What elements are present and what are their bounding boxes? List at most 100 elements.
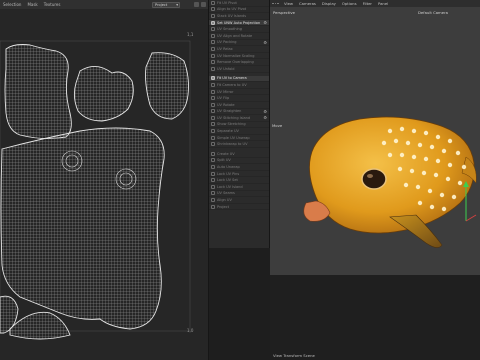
tool-item[interactable]: UV Packing ⚙ [209, 40, 269, 47]
tool-icon [211, 60, 215, 65]
tool-item[interactable]: Fit UV Pivot [209, 0, 269, 7]
tool-label: UV Relax [217, 46, 233, 51]
tool-item[interactable]: UV Straighten ⚙ [209, 109, 269, 116]
vp-menu-display[interactable]: Display [319, 1, 339, 6]
tool-icon [211, 178, 215, 183]
tool-item[interactable]: UV Mirror [209, 89, 269, 96]
tool-label: UV Stitching Island [217, 115, 251, 120]
tool-icon [211, 53, 215, 58]
gear-icon[interactable]: ⚙ [263, 40, 267, 45]
tool-item[interactable]: Show Stretching [209, 122, 269, 129]
uv-corner-bottom-right: 1,0 [187, 328, 194, 333]
fish-eye [361, 168, 387, 190]
tool-label: Stack UV Islands [217, 13, 247, 18]
uv-islands [0, 40, 191, 340]
tool-label: UV Flip [217, 96, 230, 101]
uv-island-upper-right [145, 52, 189, 120]
tool-item[interactable]: Fit Camera to UV [209, 82, 269, 89]
tool-icon [211, 142, 215, 147]
tool-label: Project [217, 204, 229, 209]
uv-menu-mask[interactable]: Mask [24, 2, 40, 7]
tool-icon [211, 102, 215, 107]
uv-tool-icon-2[interactable] [201, 2, 206, 7]
tool-label: UV Seams [217, 191, 235, 196]
vp-menu-cameras[interactable]: Cameras [296, 1, 319, 6]
tool-icon [211, 40, 215, 45]
uv-tool-icon[interactable] [194, 2, 199, 7]
tool-icon [211, 135, 215, 140]
uv-editor-canvas[interactable]: 1,1 1,0 [0, 9, 208, 360]
tool-item[interactable]: Lock UV Island [209, 184, 269, 191]
viewport-menubar: View Cameras Display Options Filter Pane… [270, 0, 480, 7]
gear-icon[interactable]: ⚙ [263, 20, 267, 25]
tool-item[interactable]: Align to UV Pivot [209, 7, 269, 14]
tool-icon [211, 122, 215, 127]
tool-label: Fit UV Pivot [217, 0, 237, 5]
uv-island-body [0, 127, 165, 330]
tool-label: Split UV [217, 158, 231, 163]
tool-icon [211, 20, 215, 25]
tool-item[interactable]: Remove Overlapping [209, 59, 269, 66]
vp-menu-view[interactable]: View [281, 1, 296, 6]
tool-item[interactable]: Lock UV Set [209, 177, 269, 185]
tool-item[interactable]: Split UV [209, 158, 269, 165]
viewport-handle-icon[interactable] [272, 2, 280, 6]
tool-label: Lock UV Island [217, 184, 243, 189]
tool-item[interactable]: UV Normalize Scaling [209, 53, 269, 60]
tool-label: Create UV [217, 151, 235, 156]
tool-icon [211, 33, 215, 38]
vp-menu-filter[interactable]: Filter [360, 1, 375, 6]
tool-label: Remove Overlapping [217, 60, 254, 65]
tool-item[interactable]: Project [209, 204, 269, 211]
uv-mode-select[interactable]: Project [152, 1, 180, 8]
tool-item[interactable]: UV Relax [209, 46, 269, 53]
uv-island-upper-mid [73, 66, 134, 122]
tool-label: UV Align and Rotate [217, 33, 253, 38]
vp-menu-panel[interactable]: Panel [375, 1, 391, 6]
uv-menu-textures[interactable]: Textures [41, 2, 64, 7]
tool-item[interactable]: Stack UV Islands [209, 13, 269, 20]
tool-item[interactable]: Create UV [209, 151, 269, 158]
tool-item[interactable]: Separate UV [209, 128, 269, 135]
tool-icon [211, 7, 215, 12]
tool-item-active[interactable]: Set UNW Auto Projection ⚙ [209, 19, 269, 27]
tool-label: Shrinkwrap to UV [217, 142, 248, 147]
uv-island-bottom-fin [9, 311, 71, 340]
tool-label: Align to UV Pivot [217, 7, 247, 12]
tool-item[interactable]: UV Unfold [209, 66, 269, 73]
tool-icon [211, 204, 215, 209]
gear-icon[interactable]: ⚙ [263, 115, 267, 120]
tool-icon [211, 171, 215, 176]
tool-item[interactable]: UV Align and Rotate [209, 33, 269, 40]
panel-empty-area [208, 248, 270, 360]
tool-icon [211, 76, 215, 81]
tool-item[interactable]: UV Stitching Island ⚙ [209, 115, 269, 122]
tool-icon [211, 198, 215, 203]
vp-menu-options[interactable]: Options [339, 1, 360, 6]
tool-label: UV Unfold [217, 66, 235, 71]
tool-item[interactable]: UV Seams [209, 191, 269, 198]
tool-icon [211, 89, 215, 94]
tool-item[interactable]: Align UV [209, 197, 269, 204]
tool-icon [211, 66, 215, 71]
tool-label: UV Normalize Scaling [217, 53, 255, 58]
tool-item[interactable]: Auto Unwrap [209, 164, 269, 171]
tool-label: UV Packing [217, 40, 237, 45]
tool-item[interactable]: UV Rotate [209, 102, 269, 109]
uv-menu-selection[interactable]: Selection [0, 2, 24, 7]
tool-icon [211, 115, 215, 120]
tool-label: UV Smoothing [217, 27, 242, 32]
tool-item[interactable]: Lock UV Pins [209, 171, 269, 178]
tool-item[interactable]: UV Flip [209, 95, 269, 102]
tool-item[interactable]: Shrinkwrap to UV [209, 141, 269, 149]
tool-item[interactable]: UV Smoothing [209, 26, 269, 33]
tool-icon [211, 27, 215, 32]
fish-body [309, 116, 475, 234]
tool-icon [211, 13, 215, 18]
tool-icon [211, 96, 215, 101]
tool-label: UV Rotate [217, 102, 235, 107]
tool-item-active[interactable]: Fit UV to Camera [209, 75, 269, 83]
tool-item[interactable]: Simple UV Unwrap [209, 135, 269, 142]
gear-icon[interactable]: ⚙ [263, 109, 267, 114]
tool-label: Set UNW Auto Projection [217, 20, 261, 25]
